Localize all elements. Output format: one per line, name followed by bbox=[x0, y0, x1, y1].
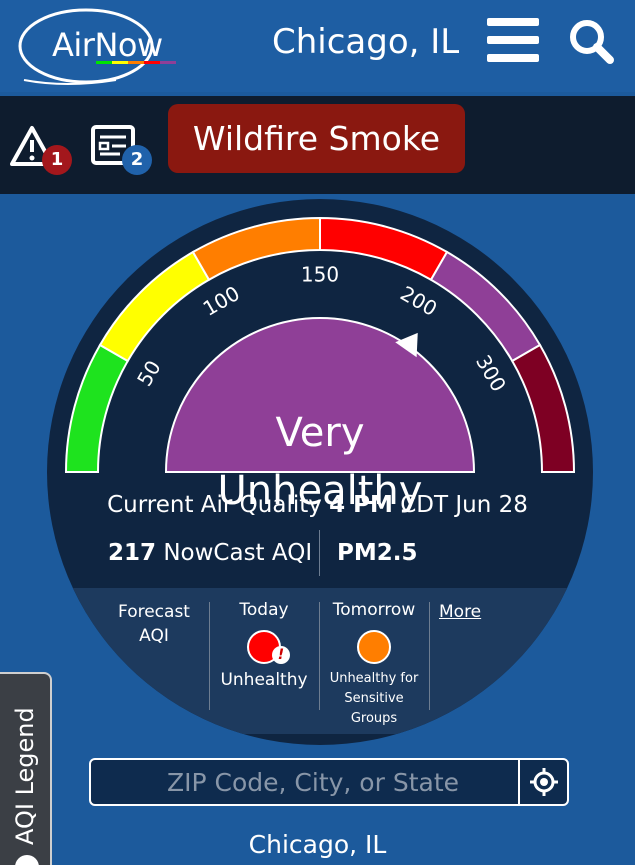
today-category: Unhealthy bbox=[220, 670, 308, 690]
forecast-divider bbox=[319, 602, 320, 710]
current-time: 4 PM bbox=[329, 492, 393, 518]
location-search-input[interactable] bbox=[97, 762, 517, 802]
exclamation-icon: ! bbox=[272, 646, 290, 664]
nowcast-label: NowCast AQI bbox=[163, 540, 313, 566]
wildfire-smoke-button[interactable]: Wildfire Smoke bbox=[168, 104, 465, 173]
current-prefix: Current Air Quality bbox=[107, 492, 322, 518]
notices-count-badge: 2 bbox=[122, 145, 152, 175]
forecast-divider bbox=[209, 602, 210, 710]
forecast-divider bbox=[429, 602, 430, 710]
gauge-tick-label: 150 bbox=[301, 263, 339, 287]
nowcast-value: 217 bbox=[108, 540, 157, 566]
logo-color-stripe bbox=[96, 61, 176, 64]
location-name: Chicago, IL bbox=[248, 830, 387, 859]
aqi-category-line1: Very bbox=[275, 410, 365, 456]
divider bbox=[319, 530, 320, 576]
forecast-label-line2: AQI bbox=[139, 626, 169, 646]
tomorrow-category-line1: Unhealthy for bbox=[329, 671, 419, 686]
aqi-legend-label: AQI Legend bbox=[11, 707, 39, 845]
forecast-tomorrow[interactable]: Tomorrow bbox=[326, 600, 422, 620]
tomorrow-category-line3: Groups bbox=[350, 711, 398, 726]
more-forecast-link[interactable]: More bbox=[439, 602, 481, 622]
forecast-label-line1: Forecast bbox=[118, 602, 190, 622]
tomorrow-category: Unhealthy for Sensitive Groups bbox=[322, 669, 426, 729]
current-air-quality-line: Current Air Quality 4 PM CDT Jun 28 bbox=[0, 492, 635, 518]
logo-text: AirNow bbox=[52, 26, 163, 64]
tomorrow-category-line2: Sensitive bbox=[344, 691, 404, 706]
chevron-up-icon bbox=[15, 855, 39, 865]
nowcast-aqi: 217 NowCast AQI bbox=[108, 540, 312, 566]
app-header: AirNow Chicago, IL bbox=[0, 0, 635, 92]
today-label: Today bbox=[239, 600, 289, 620]
pollutant-label: PM2.5 bbox=[337, 540, 418, 566]
crosshair-location-icon[interactable] bbox=[518, 760, 567, 804]
header-city-title: Chicago, IL bbox=[272, 22, 460, 62]
tomorrow-aqi-dot bbox=[357, 630, 391, 664]
tomorrow-label: Tomorrow bbox=[332, 600, 416, 620]
search-icon[interactable] bbox=[568, 18, 614, 64]
forecast-today[interactable]: Today bbox=[220, 600, 308, 620]
forecast-aqi-label: Forecast AQI bbox=[108, 600, 200, 648]
current-suffix: CDT Jun 28 bbox=[400, 492, 528, 518]
hamburger-menu-icon[interactable] bbox=[487, 18, 539, 62]
location-search-box bbox=[89, 758, 569, 806]
warnings-count-badge: 1 bbox=[42, 145, 72, 175]
airnow-logo[interactable]: AirNow bbox=[6, 2, 178, 88]
